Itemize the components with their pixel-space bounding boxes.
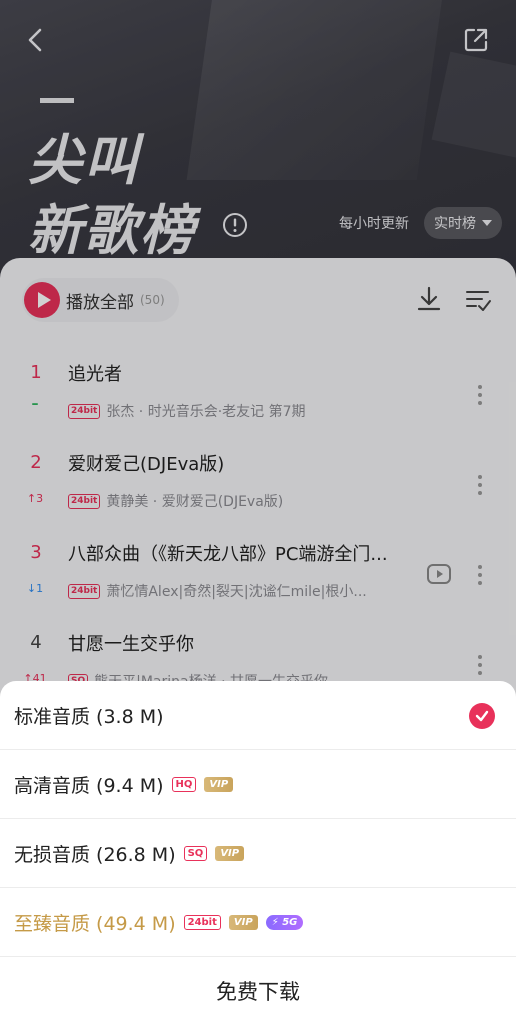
quality-option-hq[interactable]: 高清音质 (9.4 M) HQ VIP	[0, 750, 516, 819]
hq-badge: HQ	[171, 776, 197, 792]
free-download-button[interactable]: 免费下载	[0, 958, 516, 1024]
selected-check-icon	[469, 703, 495, 729]
sq-badge: SQ	[183, 845, 208, 861]
vip-badge: VIP	[215, 845, 245, 861]
quality-option-label: 至臻音质 (49.4 M)	[14, 912, 176, 935]
quality-option-24bit[interactable]: 至臻音质 (49.4 M) 24bit VIP ⚡ 5G	[0, 888, 516, 957]
vip-badge: VIP	[204, 776, 234, 792]
quality-option-standard[interactable]: 标准音质 (3.8 M)	[0, 681, 516, 750]
quality-option-label: 标准音质 (3.8 M)	[14, 705, 164, 728]
5g-badge: ⚡ 5G	[265, 914, 304, 930]
vip-badge: VIP	[228, 914, 258, 930]
quality-option-label: 高清音质 (9.4 M)	[14, 774, 164, 797]
quality-option-label: 无损音质 (26.8 M)	[14, 843, 176, 866]
24bit-badge: 24bit	[183, 914, 221, 930]
quality-bottom-sheet: 标准音质 (3.8 M) 高清音质 (9.4 M) HQ VIP 无损音质 (2…	[0, 681, 516, 1024]
quality-option-sq[interactable]: 无损音质 (26.8 M) SQ VIP	[0, 819, 516, 888]
